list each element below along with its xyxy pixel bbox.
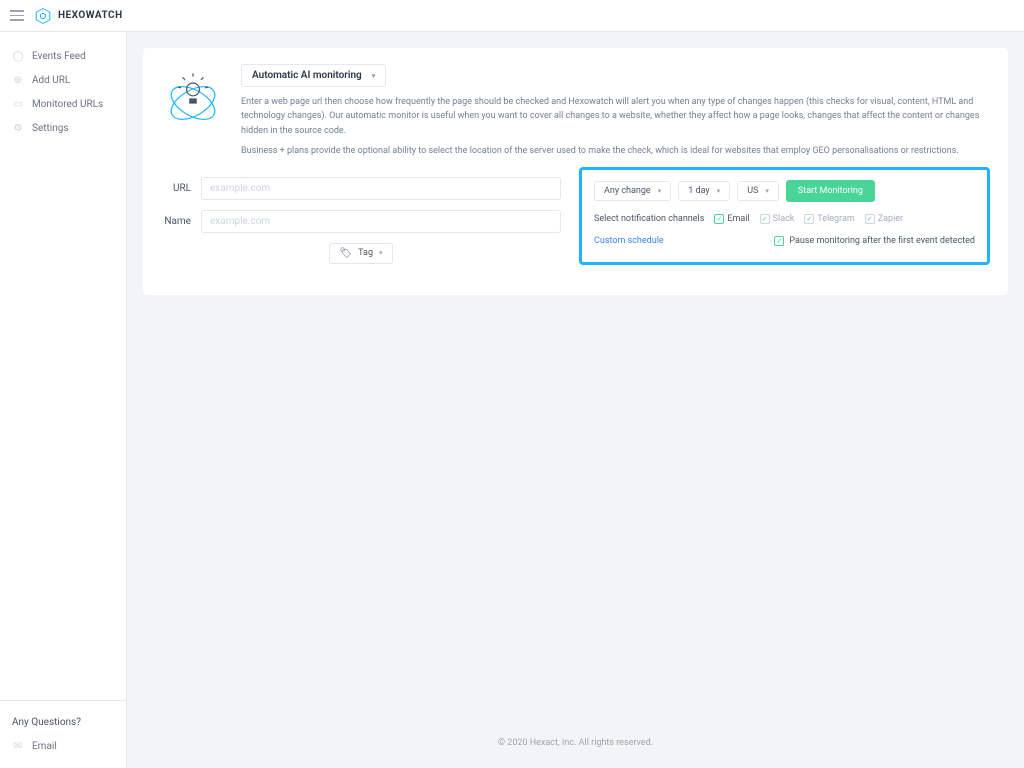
sidebar-item-label: Events Feed xyxy=(32,51,86,62)
chevron-down-icon: ▾ xyxy=(379,249,383,257)
tag-select[interactable]: 🏷 Tag ▾ xyxy=(329,243,392,264)
start-monitoring-button[interactable]: Start Monitoring xyxy=(786,180,875,202)
footer-text: © 2020 Hexact, Inc. All rights reserved. xyxy=(143,726,1008,752)
topbar: HEXOWATCH xyxy=(0,0,1024,32)
pause-option[interactable]: ✓ Pause monitoring after the first event… xyxy=(774,236,975,246)
monitor-illustration-icon xyxy=(161,64,225,134)
notification-label: Select notification channels xyxy=(594,214,704,224)
channel-slack[interactable]: ✓Slack xyxy=(760,214,795,224)
name-label: Name xyxy=(161,216,191,227)
chevron-down-icon: ▾ xyxy=(372,72,376,80)
url-label: URL xyxy=(161,183,191,194)
sidebar-item-label: Monitored URLs xyxy=(32,99,103,110)
sidebar-item-label: Add URL xyxy=(32,75,70,86)
channel-email[interactable]: ✓Email xyxy=(714,214,749,224)
sidebar-item-settings[interactable]: ⚙ Settings xyxy=(0,116,126,140)
checkbox-icon: ✓ xyxy=(714,214,724,224)
checkbox-icon: ✓ xyxy=(804,214,814,224)
main-content: Automatic AI monitoring ▾ Enter a web pa… xyxy=(127,32,1024,768)
custom-schedule-link[interactable]: Custom schedule xyxy=(594,236,664,246)
logo-text: HEXOWATCH xyxy=(58,10,123,21)
feed-icon: ◯ xyxy=(12,50,24,62)
name-input[interactable] xyxy=(201,210,561,233)
checkbox-icon: ✓ xyxy=(865,214,875,224)
chevron-down-icon: ▾ xyxy=(765,187,769,195)
change-select[interactable]: Any change ▾ xyxy=(594,181,671,201)
monitoring-options-panel: Any change ▾ 1 day ▾ US ▾ Start Monitori… xyxy=(579,167,990,265)
monitor-type-label: Automatic AI monitoring xyxy=(252,70,362,81)
sidebar-contact-email[interactable]: ✉ Email xyxy=(0,734,126,758)
sidebar-item-label: Email xyxy=(32,741,57,752)
logo-icon xyxy=(34,7,52,25)
chevron-down-icon: ▾ xyxy=(717,187,721,195)
frequency-select[interactable]: 1 day ▾ xyxy=(678,181,730,201)
sidebar-question: Any Questions? xyxy=(0,711,126,734)
sidebar-item-monitored[interactable]: ▭ Monitored URLs xyxy=(0,92,126,116)
url-input[interactable] xyxy=(201,177,561,200)
list-icon: ▭ xyxy=(12,98,24,110)
monitor-card: Automatic AI monitoring ▾ Enter a web pa… xyxy=(143,48,1008,295)
chevron-down-icon: ▾ xyxy=(658,187,662,195)
tag-icon: 🏷 xyxy=(339,248,352,259)
monitor-type-select[interactable]: Automatic AI monitoring ▾ xyxy=(241,64,386,87)
sidebar: ◯ Events Feed ⊕ Add URL ▭ Monitored URLs… xyxy=(0,32,127,768)
channel-telegram[interactable]: ✓Telegram xyxy=(804,214,854,224)
sidebar-item-add-url[interactable]: ⊕ Add URL xyxy=(0,68,126,92)
monitor-desc-2: Business + plans provide the optional ab… xyxy=(241,144,990,158)
region-select[interactable]: US ▾ xyxy=(737,181,779,201)
logo[interactable]: HEXOWATCH xyxy=(34,7,123,25)
gear-icon: ⚙ xyxy=(12,122,24,134)
checkbox-icon: ✓ xyxy=(774,236,784,246)
channel-zapier[interactable]: ✓Zapier xyxy=(865,214,903,224)
hamburger-icon[interactable] xyxy=(10,10,24,21)
sidebar-item-events[interactable]: ◯ Events Feed xyxy=(0,44,126,68)
monitor-desc-1: Enter a web page url then choose how fre… xyxy=(241,95,990,138)
sidebar-item-label: Settings xyxy=(32,123,69,134)
plus-icon: ⊕ xyxy=(12,74,24,86)
tag-label: Tag xyxy=(358,248,373,258)
checkbox-icon: ✓ xyxy=(760,214,770,224)
mail-icon: ✉ xyxy=(12,740,24,752)
